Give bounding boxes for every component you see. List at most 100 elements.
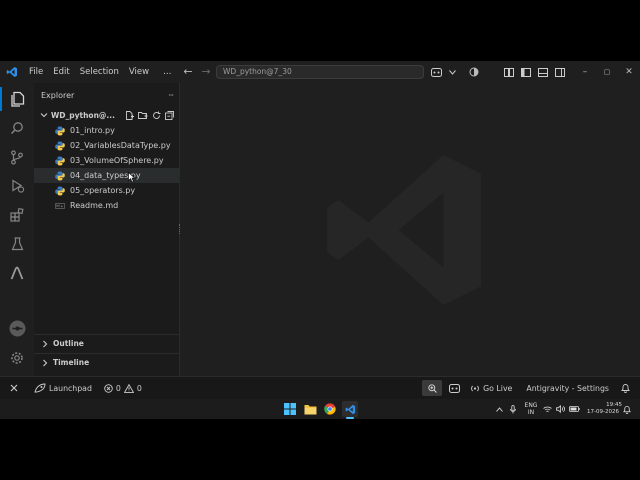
notification-center-icon[interactable]: [622, 399, 632, 419]
toggle-panel-icon[interactable]: [534, 61, 551, 83]
file-item-01-intro[interactable]: 01_intro.py: [34, 123, 179, 138]
launchpad-label: Launchpad: [49, 383, 92, 393]
python-file-icon: [55, 171, 65, 180]
status-bar: Launchpad 0 0 Go Live Antigravity - Sett…: [0, 376, 640, 399]
chevron-down-icon: [40, 113, 48, 118]
timeline-section[interactable]: Timeline: [34, 353, 180, 371]
vscode-logo-icon: [0, 61, 24, 83]
timeline-label: Timeline: [53, 358, 90, 367]
file-item-05-operators[interactable]: 05_operators.py: [34, 183, 179, 198]
menu-edit[interactable]: Edit: [48, 61, 74, 83]
settings-gear-icon[interactable]: [0, 346, 34, 370]
menu-bar: File Edit Selection View …: [24, 61, 177, 83]
folder-name: WD_python@...: [51, 110, 115, 120]
python-file-icon: [55, 186, 65, 195]
account-avatar-icon[interactable]: [0, 316, 34, 340]
tray-overflow-icon[interactable]: [494, 399, 504, 419]
clock-time: 19:45: [606, 402, 622, 408]
menu-file[interactable]: File: [24, 61, 48, 83]
folder-header[interactable]: WD_python@...: [34, 107, 179, 123]
antigravity-settings-item[interactable]: Antigravity - Settings: [516, 377, 613, 400]
file-name: 02_VariablesDataType.py: [70, 141, 171, 150]
file-explorer-icon[interactable]: [302, 401, 318, 417]
source-control-icon[interactable]: [0, 145, 34, 169]
antigravity-icon[interactable]: [0, 261, 34, 285]
menu-view[interactable]: View: [124, 61, 154, 83]
notifications-bell[interactable]: [613, 377, 640, 400]
menu-more[interactable]: …: [158, 61, 177, 83]
toggle-secondary-sidebar-icon[interactable]: [551, 61, 568, 83]
go-live-label: Go Live: [483, 383, 513, 393]
explorer-more-button[interactable]: ···: [168, 91, 174, 100]
python-file-icon: [55, 141, 65, 150]
wifi-icon[interactable]: [542, 399, 552, 419]
copilot-icon[interactable]: [428, 61, 445, 83]
collapse-all-icon[interactable]: [165, 110, 174, 120]
bell-icon: [621, 384, 630, 393]
customize-layout-icon[interactable]: [500, 61, 517, 83]
file-item-02-variables[interactable]: 02_VariablesDataType.py: [34, 138, 179, 153]
explorer-files-icon[interactable]: [0, 87, 34, 111]
file-item-04-data-types[interactable]: 04_data_types.py: [34, 168, 179, 183]
error-icon: [104, 383, 113, 393]
forward-arrow-icon[interactable]: →: [198, 61, 214, 83]
activity-bar: [0, 83, 34, 376]
copilot-status[interactable]: [447, 377, 466, 400]
minimize-button[interactable]: –: [574, 61, 596, 83]
account-sync-icon[interactable]: [465, 61, 482, 83]
battery-icon[interactable]: [568, 399, 580, 419]
python-file-icon: [55, 156, 65, 165]
active-app-indicator: [346, 417, 354, 419]
language-indicator[interactable]: ENG IN: [522, 399, 540, 419]
file-item-03-volume[interactable]: 03_VolumeOfSphere.py: [34, 153, 179, 168]
menu-selection[interactable]: Selection: [75, 61, 124, 83]
back-arrow-icon[interactable]: ←: [180, 61, 196, 83]
problems-item[interactable]: 0 0: [96, 377, 146, 400]
clock-date: 17-09-2026: [587, 409, 619, 415]
new-folder-icon[interactable]: [138, 111, 148, 120]
volume-icon[interactable]: [555, 399, 565, 419]
outline-section[interactable]: Outline: [34, 334, 180, 352]
mouse-cursor-icon: [128, 172, 136, 183]
zoom-button[interactable]: [422, 380, 443, 396]
go-live-button[interactable]: Go Live: [466, 377, 516, 400]
zoom-icon: [427, 383, 437, 393]
chevron-right-icon: [43, 340, 48, 347]
launchpad-item[interactable]: Launchpad: [26, 377, 96, 400]
file-name: Readme.md: [70, 201, 119, 210]
antigravity-settings-label: Antigravity - Settings: [526, 383, 609, 393]
broadcast-icon: [471, 385, 480, 391]
search-icon[interactable]: [0, 116, 34, 140]
folder-actions: [125, 110, 179, 120]
markdown-file-icon: [55, 202, 65, 209]
restore-button[interactable]: ▢: [596, 61, 618, 83]
file-item-readme[interactable]: Readme.md: [34, 198, 179, 213]
chrome-icon[interactable]: [322, 401, 338, 417]
error-count: 0: [115, 383, 121, 393]
run-debug-icon[interactable]: [0, 174, 34, 198]
new-file-icon[interactable]: [125, 110, 134, 120]
title-right-controls: – ▢ ✕: [500, 61, 640, 83]
title-bar: File Edit Selection View … ← → WD_python…: [0, 61, 640, 83]
file-name: 03_VolumeOfSphere.py: [70, 156, 164, 165]
remote-indicator[interactable]: [0, 377, 26, 400]
remote-icon: [10, 384, 18, 392]
refresh-icon[interactable]: [152, 111, 161, 120]
windows-start-icon[interactable]: [282, 401, 298, 417]
microphone-icon[interactable]: [508, 399, 518, 419]
warning-count: 0: [136, 383, 142, 393]
chevron-down-icon[interactable]: [444, 61, 461, 83]
close-button[interactable]: ✕: [618, 61, 640, 83]
explorer-header: Explorer ···: [34, 83, 179, 107]
clock[interactable]: 19:45 17-09-2026: [584, 399, 622, 419]
language-region: IN: [527, 409, 535, 416]
extensions-icon[interactable]: [0, 203, 34, 227]
testing-flask-icon[interactable]: [0, 232, 34, 256]
vscode-taskbar-icon[interactable]: [342, 401, 358, 417]
chevron-right-icon: [43, 359, 48, 366]
copilot-icon: [449, 383, 461, 393]
command-center-search[interactable]: WD_python@7_30: [216, 65, 424, 79]
explorer-sidebar: Explorer ··· WD_python@... 01_intro.py 0…: [34, 83, 180, 376]
file-name: 05_operators.py: [70, 186, 136, 195]
toggle-primary-sidebar-icon[interactable]: [517, 61, 534, 83]
